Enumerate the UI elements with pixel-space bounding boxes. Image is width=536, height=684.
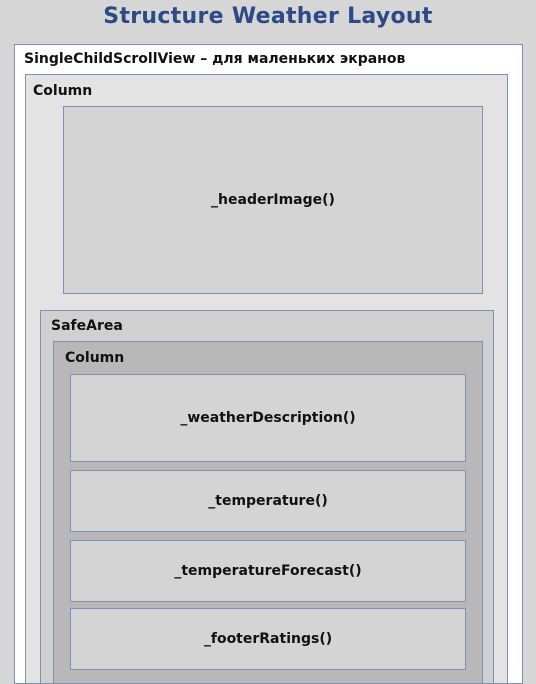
single-child-scroll-view-label: SingleChildScrollView – для маленьких эк… xyxy=(24,51,406,67)
temperature-label: _temperature() xyxy=(208,493,328,509)
safe-area-label: SafeArea xyxy=(51,318,123,334)
temperature-forecast-box: _temperatureForecast() xyxy=(70,540,466,602)
weather-description-box: _weatherDescription() xyxy=(70,374,466,462)
temperature-box: _temperature() xyxy=(70,470,466,532)
column-label-inner: Column xyxy=(65,350,125,366)
temperature-forecast-label: _temperatureForecast() xyxy=(174,563,362,579)
header-image-box: _headerImage() xyxy=(63,106,483,294)
footer-ratings-box: _footerRatings() xyxy=(70,608,466,670)
diagram-title: Structure Weather Layout xyxy=(103,4,433,29)
weather-description-label: _weatherDescription() xyxy=(180,410,356,426)
header-image-label: _headerImage() xyxy=(211,192,335,208)
column-label-outer: Column xyxy=(33,83,93,99)
footer-ratings-label: _footerRatings() xyxy=(203,631,333,647)
